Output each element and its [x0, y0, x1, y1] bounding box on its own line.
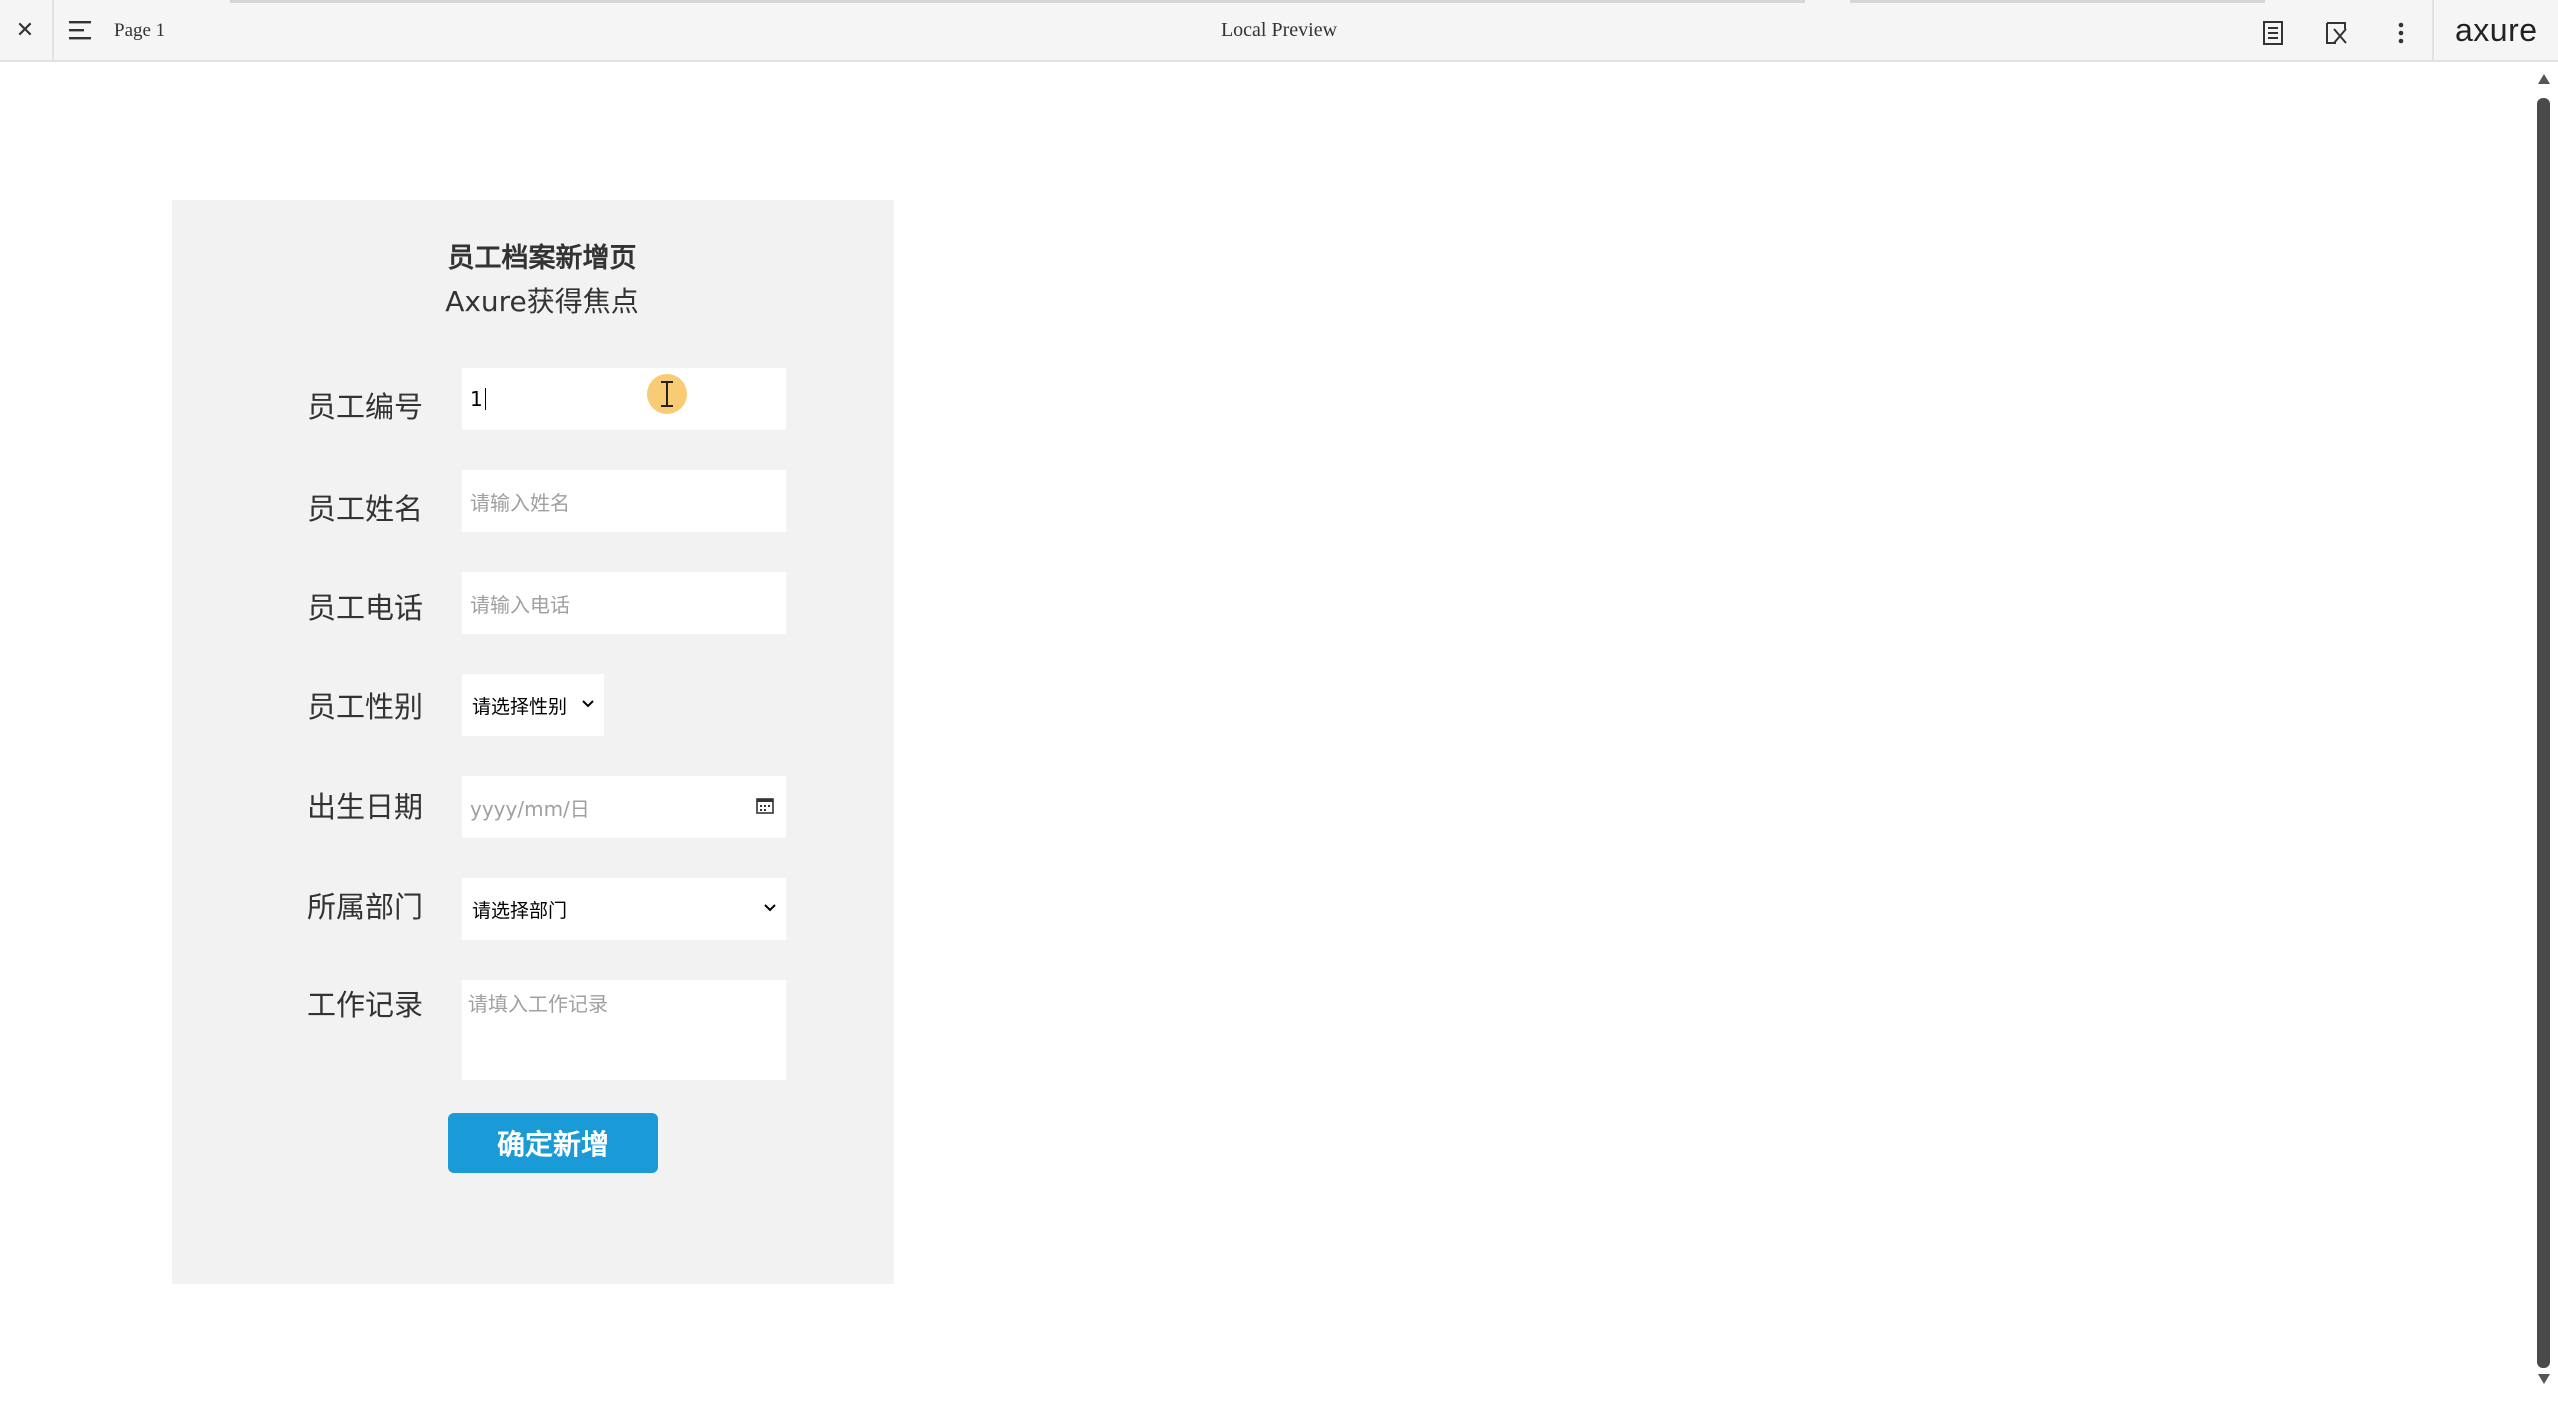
- tab-strip-line: [1850, 0, 2265, 3]
- preview-title: Local Preview: [1220, 19, 1338, 41]
- toolbar-divider: [52, 0, 54, 62]
- text-cursor-icon: [661, 381, 673, 407]
- department-label: 所属部门: [307, 890, 424, 924]
- vertical-scrollbar[interactable]: [2530, 62, 2558, 1402]
- close-icon[interactable]: ✕: [10, 14, 40, 48]
- employee-name-label: 员工姓名: [307, 492, 424, 526]
- work-record-textarea[interactable]: 请填入工作记录: [462, 980, 786, 1080]
- employee-id-value: 1: [470, 387, 483, 411]
- page-name[interactable]: Page 1: [114, 20, 165, 42]
- work-record-placeholder: 请填入工作记录: [468, 992, 608, 1016]
- department-select-value: 请选择部门: [472, 899, 568, 922]
- work-record-label: 工作记录: [307, 988, 424, 1022]
- gender-select[interactable]: 请选择性别: [462, 674, 604, 736]
- employee-name-placeholder: 请输入姓名: [470, 490, 570, 515]
- scroll-down-arrow-icon[interactable]: [2538, 1374, 2550, 1384]
- toolbar-divider: [2432, 0, 2434, 62]
- axure-logo: axure: [2455, 12, 2538, 48]
- text-caret: [484, 388, 486, 410]
- department-select[interactable]: 请选择部门: [462, 878, 786, 940]
- gender-select-value: 请选择性别: [472, 695, 568, 718]
- birth-date-label: 出生日期: [307, 790, 424, 824]
- birth-date-input[interactable]: yyyy/mm/日: [462, 776, 786, 838]
- menu-icon[interactable]: [66, 18, 96, 44]
- scroll-thumb[interactable]: [2537, 98, 2550, 1368]
- more-options-icon[interactable]: [2386, 18, 2416, 48]
- form-title: 员工档案新增页: [447, 243, 637, 274]
- employee-id-label: 员工编号: [307, 390, 424, 424]
- scroll-up-arrow-icon[interactable]: [2538, 74, 2550, 84]
- employee-phone-input[interactable]: 请输入电话: [462, 572, 786, 634]
- employee-name-input[interactable]: 请输入姓名: [462, 470, 786, 532]
- confirm-add-button[interactable]: 确定新增: [448, 1113, 658, 1173]
- form-subtitle: Axure获得焦点: [445, 285, 639, 318]
- employee-phone-label: 员工电话: [307, 591, 424, 625]
- employee-phone-placeholder: 请输入电话: [470, 592, 570, 617]
- notes-icon[interactable]: [2258, 18, 2288, 48]
- employee-id-input[interactable]: 1: [462, 368, 786, 430]
- employee-gender-label: 员工性别: [307, 690, 424, 724]
- preview-toolbar: ✕ Page 1 Local Preview axure: [0, 0, 2558, 62]
- birth-date-placeholder: yyyy/mm/日: [470, 796, 590, 821]
- tab-strip-line: [230, 0, 1805, 3]
- calendar-icon[interactable]: [754, 795, 776, 817]
- inspect-icon[interactable]: [2322, 18, 2352, 48]
- chevron-down-icon: [764, 904, 776, 912]
- chevron-down-icon: [582, 700, 594, 708]
